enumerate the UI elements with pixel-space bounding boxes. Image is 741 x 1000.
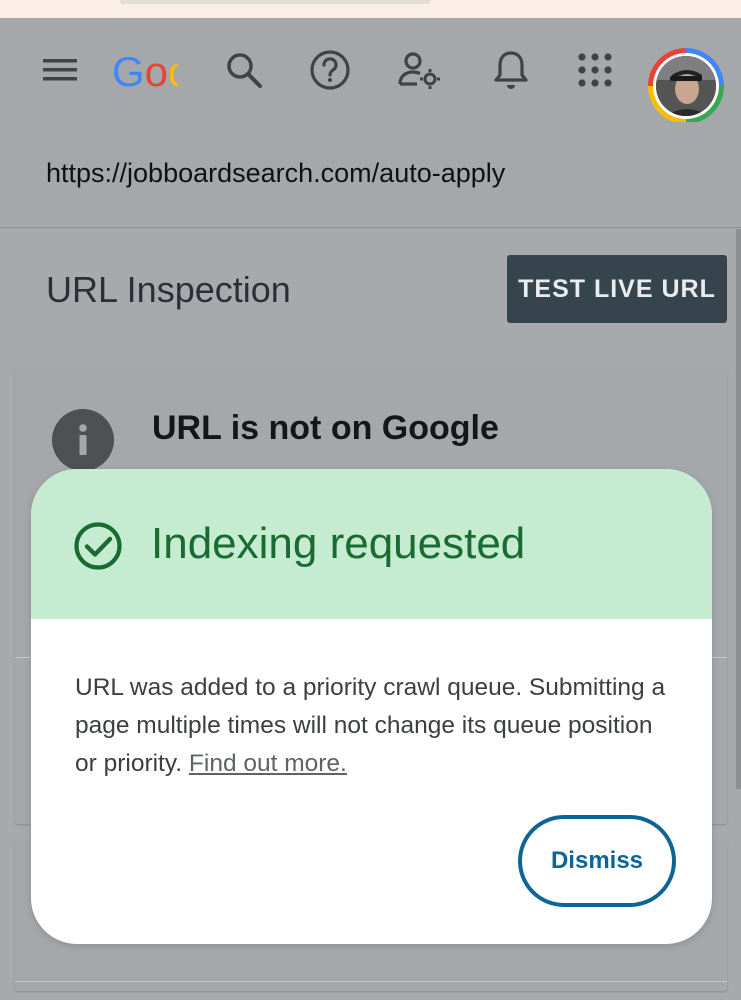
google-logo-text: Google <box>112 48 178 95</box>
tab-indicator <box>120 0 430 4</box>
dialog-body-text: URL was added to a priority crawl queue.… <box>75 674 666 777</box>
help-icon[interactable] <box>304 44 356 96</box>
indexing-requested-dialog: Indexing requested URL was added to a pr… <box>31 469 712 944</box>
test-live-url-button[interactable]: TEST LIVE URL <box>507 255 727 323</box>
user-settings-icon[interactable] <box>393 44 445 96</box>
google-logo[interactable]: Google <box>112 48 178 96</box>
dismiss-button[interactable]: Dismiss <box>518 815 676 907</box>
inspected-url-bar[interactable]: https://jobboardsearch.com/auto-apply <box>0 122 741 228</box>
dialog-header: Indexing requested <box>31 469 712 619</box>
hamburger-menu-icon[interactable] <box>34 44 86 96</box>
inspected-url-text: https://jobboardsearch.com/auto-apply <box>46 158 506 188</box>
avatar-photo <box>656 56 716 116</box>
apps-grid-icon[interactable] <box>569 44 621 96</box>
find-out-more-link[interactable]: Find out more. <box>189 750 347 777</box>
avatar-ring <box>653 53 719 119</box>
dialog-message: URL was added to a priority crawl queue.… <box>75 669 675 783</box>
status-heading: URL is not on Google <box>152 409 499 447</box>
page-title: URL Inspection <box>46 269 291 310</box>
card-divider <box>15 981 727 982</box>
user-avatar[interactable] <box>648 48 724 124</box>
dialog-title: Indexing requested <box>151 519 526 568</box>
search-icon[interactable] <box>218 44 270 96</box>
bell-icon[interactable] <box>485 44 537 96</box>
check-circle-icon <box>74 522 122 570</box>
system-status-strip <box>0 0 741 18</box>
app-toolbar: Google <box>0 18 741 124</box>
page-scrollbar[interactable] <box>736 229 741 789</box>
info-icon <box>52 409 114 471</box>
